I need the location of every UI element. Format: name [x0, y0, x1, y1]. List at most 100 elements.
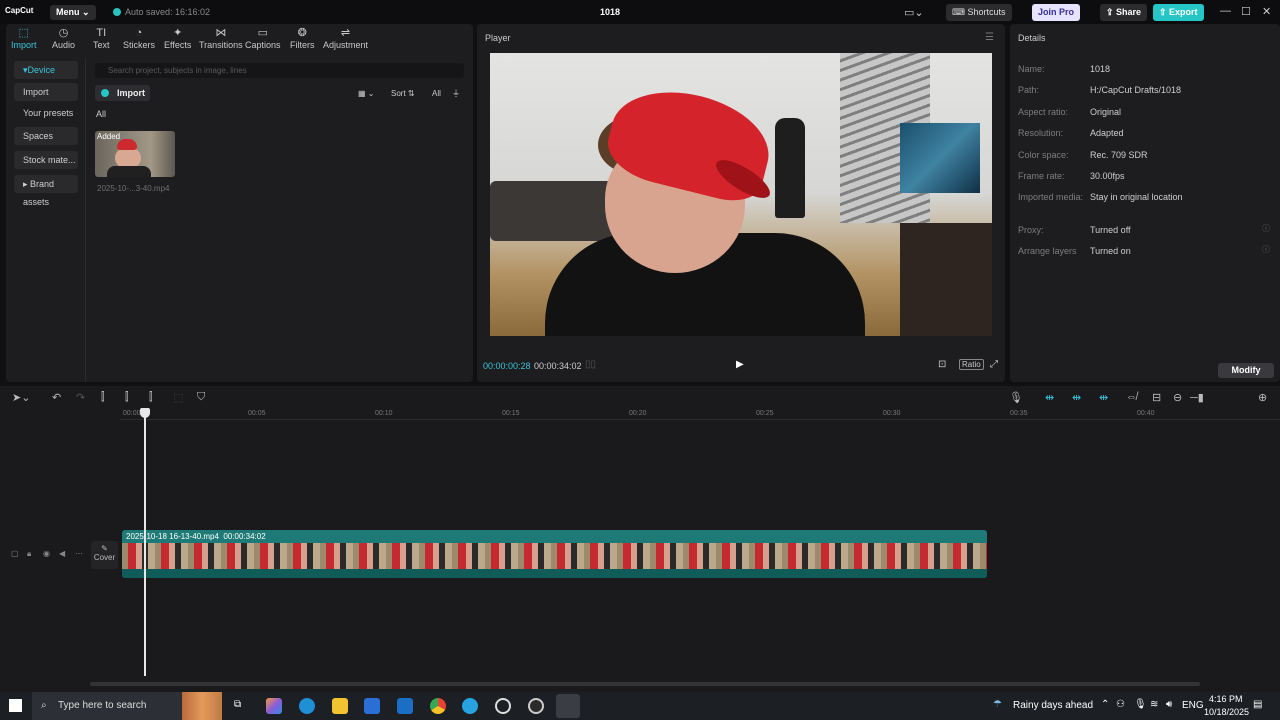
capcut-taskbar-icon[interactable]	[556, 694, 580, 718]
tab-effects[interactable]: ✦ Effects	[164, 27, 191, 50]
playhead-handle[interactable]	[140, 408, 150, 418]
join-pro-button[interactable]: Join Pro	[1032, 4, 1081, 21]
network-icon[interactable]: ⚇	[1116, 699, 1125, 710]
obs-icon[interactable]	[495, 698, 511, 714]
zoom-out-icon[interactable]: ⊖	[1173, 391, 1182, 404]
media-search-input[interactable]: Search project, subjects in image, lines	[95, 63, 464, 78]
export-button[interactable]: ⇧ Export	[1153, 4, 1204, 21]
playhead[interactable]	[144, 410, 146, 676]
sidebar-item-label: Stock mate...	[23, 155, 76, 165]
clock-time[interactable]: 4:16 PM	[1209, 694, 1243, 704]
split-left-icon[interactable]: ⫿	[125, 391, 129, 404]
tab-audio[interactable]: ◷ Audio	[52, 27, 75, 50]
weather-text[interactable]: Rainy days ahead	[1013, 700, 1093, 711]
copilot-icon[interactable]	[266, 698, 282, 714]
view-toggle-icon[interactable]: ▦ ⌄	[358, 86, 374, 101]
layout-icon[interactable]: ▭⌄	[904, 6, 924, 19]
ratio-button[interactable]: Ratio	[959, 359, 984, 370]
wifi-icon[interactable]: ≋	[1150, 699, 1158, 710]
tab-filters[interactable]: ❂ Filters	[290, 27, 315, 50]
sidebar-item-brand-assets[interactable]: ▸ Brand assets	[14, 175, 78, 207]
tab-label: Import	[11, 40, 37, 50]
select-tool-icon[interactable]: ➤⌄	[12, 391, 30, 404]
search-highlight-image[interactable]	[182, 692, 222, 720]
play-icon[interactable]: ▶	[736, 359, 744, 370]
telegram-icon[interactable]	[462, 698, 478, 714]
close-icon[interactable]: ✕	[1262, 5, 1271, 18]
chrome-icon[interactable]	[430, 698, 446, 714]
player-menu-icon[interactable]: ☰	[985, 32, 994, 43]
lock-icon[interactable]: 🔒︎	[27, 549, 31, 559]
filter-all-button[interactable]: All	[432, 86, 441, 101]
more-icon[interactable]: ⋯	[75, 549, 83, 558]
sidebar-item-spaces[interactable]: Spaces	[14, 127, 78, 145]
windows-start-icon[interactable]	[9, 699, 22, 712]
tab-captions[interactable]: ▭ Captions	[245, 27, 281, 50]
video-preview[interactable]	[490, 53, 992, 336]
preview-icon[interactable]: ⊟	[1152, 391, 1161, 404]
zoom-in-icon[interactable]: ⊕	[1258, 391, 1267, 404]
eye-icon[interactable]: ◉	[43, 549, 50, 558]
marker-icon[interactable]: ⛉	[197, 391, 205, 404]
undo-icon[interactable]: ↶	[52, 391, 61, 404]
language-indicator[interactable]: ENG	[1182, 700, 1204, 711]
menu-button[interactable]: Menu ⌄	[50, 5, 96, 20]
filter-icon[interactable]: ⏚	[452, 86, 460, 101]
microphone-icon[interactable]: 🎙	[1009, 391, 1023, 404]
modify-button[interactable]: Modify	[1218, 363, 1274, 378]
track-toggle-icon[interactable]: ▢	[11, 549, 19, 558]
sidebar-item-your-presets[interactable]: Your presets	[14, 104, 78, 122]
app-icon[interactable]	[528, 698, 544, 714]
tab-text[interactable]: TI Text	[93, 27, 110, 50]
file-explorer-icon[interactable]	[332, 698, 348, 714]
split-screen-icon[interactable]: ⇎	[1126, 391, 1137, 403]
info-icon[interactable]: ⓘ	[1262, 244, 1270, 255]
maximize-icon[interactable]: ☐	[1241, 5, 1251, 18]
filters-icon: ❂	[297, 27, 307, 39]
tab-import[interactable]: ⬚ Import	[11, 27, 37, 50]
link-icon[interactable]: ⇹	[1045, 391, 1054, 404]
media-thumbnail[interactable]: Added	[95, 131, 175, 177]
outlook-icon[interactable]	[397, 698, 413, 714]
notification-icon[interactable]: ▤	[1253, 699, 1262, 710]
shortcuts-button[interactable]: ⌨ Shortcuts	[946, 4, 1012, 21]
timeline-scrollbar[interactable]	[90, 682, 1200, 686]
fullscreen-icon[interactable]: ⤢	[990, 359, 998, 370]
store-icon[interactable]	[364, 698, 380, 714]
clock-date[interactable]: 10/18/2025	[1204, 707, 1249, 717]
microphone-icon[interactable]: 🎙	[1134, 699, 1147, 710]
edge-icon[interactable]	[299, 698, 315, 714]
sidebar-item-device[interactable]: ▾Device	[14, 61, 78, 79]
sidebar-item-import[interactable]: Import	[14, 83, 78, 101]
info-icon[interactable]: ⓘ	[1262, 223, 1270, 234]
tab-all[interactable]: All	[96, 109, 106, 119]
speaker-icon[interactable]: ◀	[59, 549, 65, 558]
detail-label-aspect: Aspect ratio:	[1018, 107, 1069, 117]
cover-button[interactable]: ✎ Cover	[91, 541, 118, 569]
tab-adjustment[interactable]: ⇌ Adjustment	[323, 27, 368, 50]
time-ruler[interactable]: 00:00 00:05 00:10 00:15 00:20 00:25 00:3…	[120, 408, 1280, 420]
task-view-icon[interactable]: ⧉	[234, 699, 241, 710]
zoom-slider[interactable]: ─▮	[1190, 391, 1204, 404]
redo-icon[interactable]: ↷	[76, 391, 85, 404]
split-icon[interactable]: ⫿	[101, 391, 105, 404]
volume-icon[interactable]: 🔊︎	[1166, 699, 1172, 710]
chevron-up-icon[interactable]: ⌃	[1101, 699, 1109, 710]
timecode-icon[interactable]: ▯▯	[585, 359, 596, 370]
minimize-icon[interactable]: —	[1220, 5, 1231, 17]
weather-icon[interactable]: ☂	[993, 699, 1002, 710]
tab-transitions[interactable]: ⋈ Transitions	[199, 27, 243, 50]
delete-icon[interactable]: ⬚	[173, 391, 183, 404]
magnet-icon[interactable]: ⇹	[1072, 391, 1081, 404]
share-button[interactable]: ⇪ Share	[1100, 4, 1148, 21]
detail-value-name: 1018	[1090, 64, 1111, 74]
video-clip[interactable]: 2025-10-18 16-13-40.mp4 00:00:34:02	[122, 530, 987, 578]
tab-stickers[interactable]: ◔ Stickers	[123, 27, 155, 50]
split-right-icon[interactable]: ⫿	[149, 391, 153, 404]
sort-button[interactable]: Sort ⇅	[391, 86, 415, 101]
snap-icon[interactable]: ⇹	[1099, 391, 1108, 404]
transitions-icon: ⋈	[215, 27, 227, 39]
sidebar-item-stock-material[interactable]: Stock mate...	[14, 151, 78, 169]
import-button[interactable]: Import	[95, 85, 150, 101]
fit-icon[interactable]: ⊡	[938, 359, 946, 370]
